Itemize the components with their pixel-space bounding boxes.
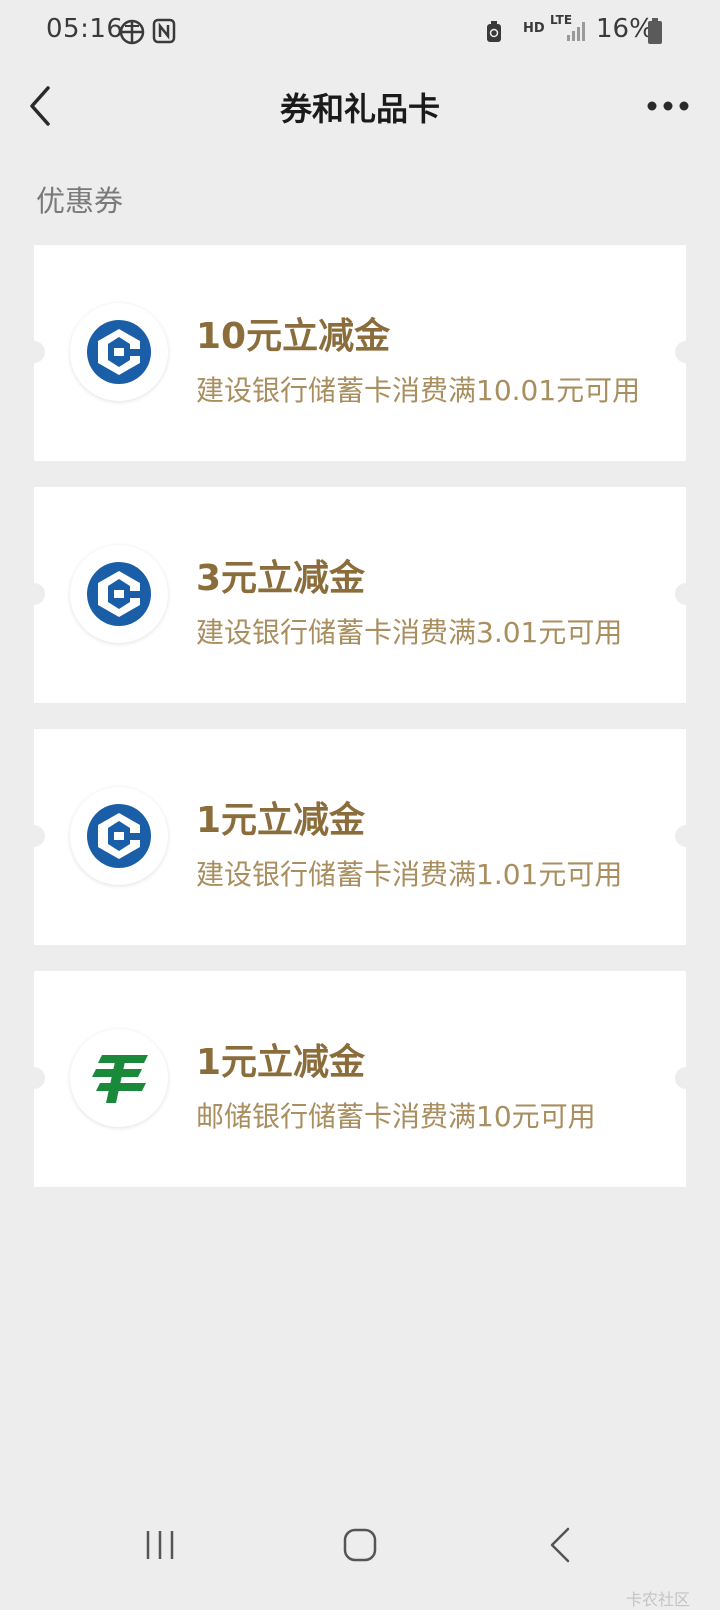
card-notch <box>23 583 45 605</box>
ccb-logo-icon <box>70 787 168 885</box>
system-nav-bar <box>0 1505 720 1600</box>
card-notch <box>23 1067 45 1089</box>
coupon-desc: 建设银行储蓄卡消费满1.01元可用 <box>196 858 623 891</box>
card-notch <box>23 825 45 847</box>
psbc-logo-icon <box>70 1029 168 1127</box>
coupon-card[interactable]: 1元立减金 邮储银行储蓄卡消费满10元可用 <box>23 971 697 1187</box>
coupon-card[interactable]: 10元立减金 建设银行储蓄卡消费满10.01元可用 <box>23 245 697 461</box>
watermark: 卡农社区 <box>625 1590 690 1609</box>
coupon-desc: 建设银行储蓄卡消费满10.01元可用 <box>196 374 641 407</box>
card-notch <box>675 341 697 363</box>
coupon-title: 1元立减金 <box>196 1042 366 1083</box>
recents-button[interactable] <box>140 1525 180 1569</box>
card-notch <box>675 1067 697 1089</box>
card-notch <box>675 825 697 847</box>
coupon-list: 10元立减金 建设银行储蓄卡消费满10.01元可用 3元立减金 建设银行储蓄卡消… <box>23 245 697 1213</box>
battery-percent: 16% <box>596 14 654 44</box>
system-back-button[interactable] <box>542 1525 582 1569</box>
page-title: 券和礼品卡 <box>279 90 440 128</box>
network-hd-label: HD <box>523 21 545 36</box>
home-button[interactable] <box>340 1525 380 1569</box>
coupon-title: 3元立减金 <box>196 558 366 599</box>
recents-icon <box>140 1531 180 1569</box>
coupon-card[interactable]: 1元立减金 建设银行储蓄卡消费满1.01元可用 <box>23 729 697 945</box>
status-time: 05:16 <box>46 14 124 44</box>
coupon-desc: 邮储银行储蓄卡消费满10元可用 <box>196 1100 596 1133</box>
coupon-card[interactable]: 3元立减金 建设银行储蓄卡消费满3.01元可用 <box>23 487 697 703</box>
ccb-logo-icon <box>70 545 168 643</box>
status-bar: 05:16 HD LTE 16% <box>0 0 720 62</box>
card-notch <box>23 341 45 363</box>
back-icon <box>542 1527 582 1569</box>
nfc-icon <box>152 18 176 48</box>
home-icon <box>340 1528 380 1569</box>
coupon-title: 1元立减金 <box>196 800 366 841</box>
ccb-logo-icon <box>70 303 168 401</box>
signal-icon <box>566 20 588 46</box>
nav-bar: 券和礼品卡 <box>0 62 720 150</box>
more-dots-icon <box>640 101 696 130</box>
section-label-coupons: 优惠券 <box>36 184 124 218</box>
recycle-icon <box>485 20 503 48</box>
coupon-title: 10元立减金 <box>196 316 391 357</box>
battery-icon <box>648 18 662 48</box>
card-notch <box>675 583 697 605</box>
more-button[interactable] <box>640 86 696 126</box>
coupon-desc: 建设银行储蓄卡消费满3.01元可用 <box>196 616 623 649</box>
vpn-globe-icon <box>118 18 146 50</box>
